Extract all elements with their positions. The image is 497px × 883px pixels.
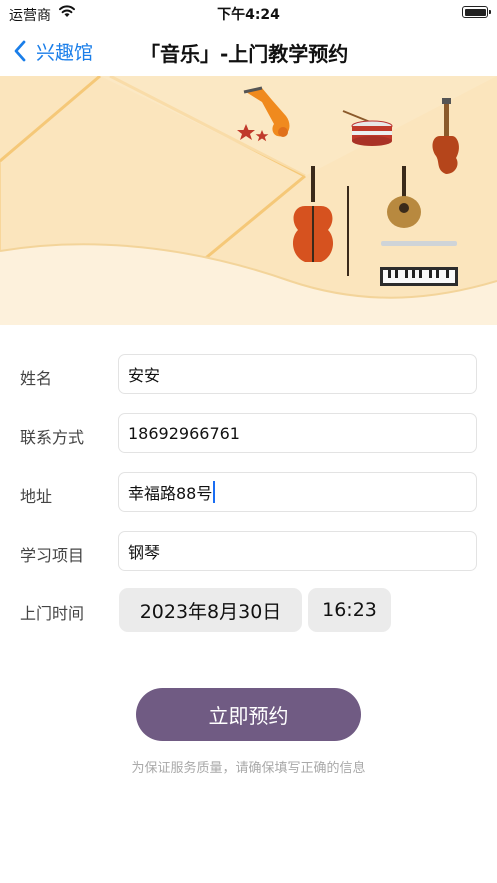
page-title: 「音乐」-上门教学预约: [140, 42, 349, 66]
navigation-bar: 兴趣馆 「音乐」-上门教学预约: [0, 26, 497, 76]
address-value: 幸福路88号: [128, 484, 213, 503]
text-cursor: [213, 481, 216, 503]
back-label: 兴趣馆: [36, 41, 94, 64]
visit-time-label: 上门时间: [20, 604, 85, 623]
subject-label: 学习项目: [20, 546, 85, 565]
date-picker-button[interactable]: 2023年8月30日: [119, 588, 302, 632]
status-bar: 运营商 下午4:24: [0, 0, 497, 26]
status-time: 下午4:24: [217, 7, 280, 23]
book-now-button[interactable]: 立即预约: [136, 688, 361, 741]
form-row-subject: 学习项目 钢琴: [0, 531, 497, 573]
banner-illustration: [0, 76, 497, 325]
name-field[interactable]: 安安: [118, 354, 477, 394]
keyboard-icon: [380, 267, 458, 286]
name-value: 安安: [128, 366, 161, 385]
chevron-left-icon: [14, 40, 26, 62]
flute-icon: [381, 241, 457, 246]
name-label: 姓名: [20, 369, 53, 388]
contact-value: 18692966761: [128, 423, 240, 443]
battery-icon: [462, 6, 491, 18]
subject-value: 钢琴: [128, 543, 161, 562]
form-row-address: 地址 幸福路88号: [0, 472, 497, 514]
music-banner: [0, 76, 497, 325]
address-field[interactable]: 幸福路88号: [118, 472, 477, 512]
contact-field[interactable]: 18692966761: [118, 413, 477, 453]
info-hint: 为保证服务质量，请确保填写正确的信息: [131, 761, 366, 776]
form-row-contact: 联系方式 18692966761: [0, 413, 497, 455]
contact-label: 联系方式: [20, 428, 85, 447]
form-row-name: 姓名 安安: [0, 354, 497, 396]
form-row-visit-time: 上门时间 2023年8月30日 16:23: [0, 588, 497, 632]
back-button[interactable]: 兴趣馆: [12, 37, 93, 65]
address-label: 地址: [20, 487, 53, 506]
subject-field[interactable]: 钢琴: [118, 531, 477, 571]
time-picker-button[interactable]: 16:23: [308, 588, 391, 632]
